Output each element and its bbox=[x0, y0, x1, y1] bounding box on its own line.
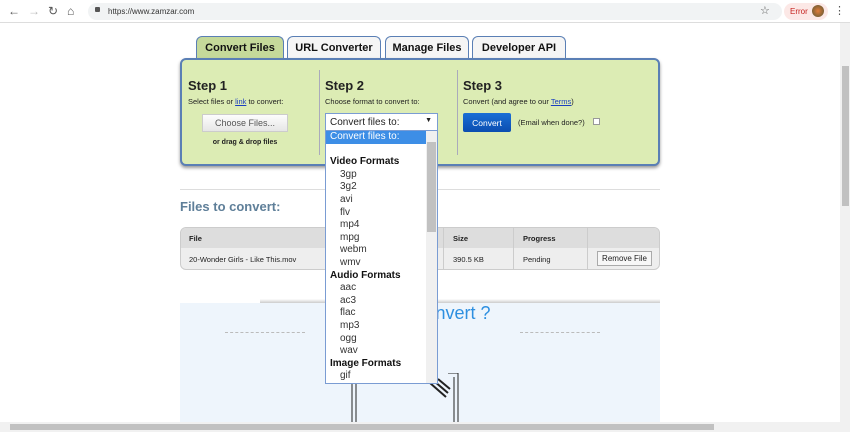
page-scrollbar-thumb[interactable] bbox=[842, 66, 849, 206]
menu-icon[interactable]: ⋮ bbox=[834, 4, 845, 17]
column-divider bbox=[513, 228, 514, 269]
column-divider bbox=[587, 228, 588, 269]
header-size: Size bbox=[453, 234, 469, 243]
file-size: 390.5 KB bbox=[453, 255, 484, 264]
format-option[interactable]: webm bbox=[326, 244, 427, 257]
tab-convert-files[interactable]: Convert Files bbox=[196, 36, 284, 59]
address-bar[interactable]: https://www.zamzar.com bbox=[88, 3, 782, 20]
browser-toolbar: ← → ↻ ⌂ https://www.zamzar.com ☆ Error ⋮ bbox=[0, 0, 850, 23]
star-icon[interactable]: ☆ bbox=[760, 4, 770, 17]
format-select[interactable]: Convert files to: ▼ bbox=[325, 113, 438, 131]
drag-drop-hint: or drag & drop files bbox=[212, 139, 278, 146]
divider bbox=[457, 70, 458, 155]
step1-text: Select files or link to convert: bbox=[188, 97, 283, 106]
step3-title: Step 3 bbox=[463, 78, 503, 93]
choose-files-button[interactable]: Choose Files... bbox=[202, 114, 288, 132]
step3-text-before: Convert (and agree to our bbox=[463, 97, 551, 106]
tab-manage-files[interactable]: Manage Files bbox=[385, 36, 469, 59]
dashed-line bbox=[520, 332, 600, 333]
option-group-label: Image Formats bbox=[330, 357, 402, 369]
format-option[interactable]: mpg bbox=[326, 232, 427, 245]
format-option[interactable]: Convert files to: bbox=[326, 131, 427, 144]
divider bbox=[319, 70, 320, 155]
step3-text-after: ) bbox=[571, 97, 574, 106]
step3-text: Convert (and agree to our Terms) bbox=[463, 97, 574, 106]
format-option[interactable]: wmv bbox=[326, 257, 427, 270]
step1-text-after: to convert: bbox=[246, 97, 284, 106]
convert-button[interactable]: Convert bbox=[463, 113, 511, 132]
format-option[interactable]: ogg bbox=[326, 333, 427, 346]
horizontal-scrollbar-thumb[interactable] bbox=[10, 424, 714, 430]
remove-file-button[interactable]: Remove File bbox=[597, 251, 652, 266]
step1-title: Step 1 bbox=[188, 78, 228, 93]
caret-down-icon: ▼ bbox=[425, 117, 432, 124]
format-option[interactable] bbox=[326, 144, 427, 157]
format-select-value: Convert files to: bbox=[330, 117, 400, 128]
terms-link[interactable]: Terms bbox=[551, 97, 571, 106]
link-link[interactable]: link bbox=[235, 97, 246, 106]
file-progress: Pending bbox=[523, 255, 551, 264]
format-option[interactable]: flac bbox=[326, 307, 427, 320]
avatar[interactable] bbox=[812, 5, 824, 17]
format-dropdown-list[interactable]: Convert files to: Video Formats 3gp 3g2 avi f… bbox=[325, 130, 438, 384]
step2-text: Choose format to convert to: bbox=[325, 97, 420, 106]
header-file: File bbox=[189, 234, 202, 243]
reload-icon[interactable]: ↻ bbox=[48, 4, 58, 18]
email-label: (Email when done?) bbox=[518, 118, 585, 127]
lock-icon bbox=[95, 7, 100, 12]
format-option[interactable]: gif bbox=[326, 370, 427, 383]
tab-developer-api[interactable]: Developer API bbox=[472, 36, 566, 59]
files-title: Files to convert: bbox=[180, 199, 281, 214]
format-option[interactable]: mp4 bbox=[326, 219, 427, 232]
file-name: 20-Wonder Girls - Like This.mov bbox=[189, 255, 297, 264]
back-icon[interactable]: ← bbox=[8, 4, 20, 18]
step2-title: Step 2 bbox=[325, 78, 365, 93]
tab-url-converter[interactable]: URL Converter bbox=[287, 36, 381, 59]
format-option[interactable]: mp3 bbox=[326, 320, 427, 333]
column-divider bbox=[443, 228, 444, 269]
format-option[interactable]: flv bbox=[326, 207, 427, 220]
format-option[interactable]: avi bbox=[326, 194, 427, 207]
email-checkbox[interactable] bbox=[593, 118, 600, 125]
dashed-line bbox=[225, 332, 305, 333]
forward-icon[interactable]: → bbox=[28, 4, 40, 18]
format-option[interactable]: ac3 bbox=[326, 295, 427, 308]
step1-text-before: Select files or bbox=[188, 97, 236, 106]
format-option[interactable]: 3g2 bbox=[326, 181, 427, 194]
option-group-label: Video Formats bbox=[330, 156, 400, 168]
header-progress: Progress bbox=[523, 234, 556, 243]
format-option[interactable]: wav bbox=[326, 345, 427, 358]
home-icon[interactable]: ⌂ bbox=[67, 4, 74, 18]
dropdown-scrollbar-thumb[interactable] bbox=[427, 142, 436, 232]
option-group-label: Audio Formats bbox=[330, 269, 401, 281]
format-option[interactable]: 3gp bbox=[326, 169, 427, 182]
dropdown-scrollbar[interactable] bbox=[426, 131, 437, 383]
format-option[interactable]: aac bbox=[326, 282, 427, 295]
